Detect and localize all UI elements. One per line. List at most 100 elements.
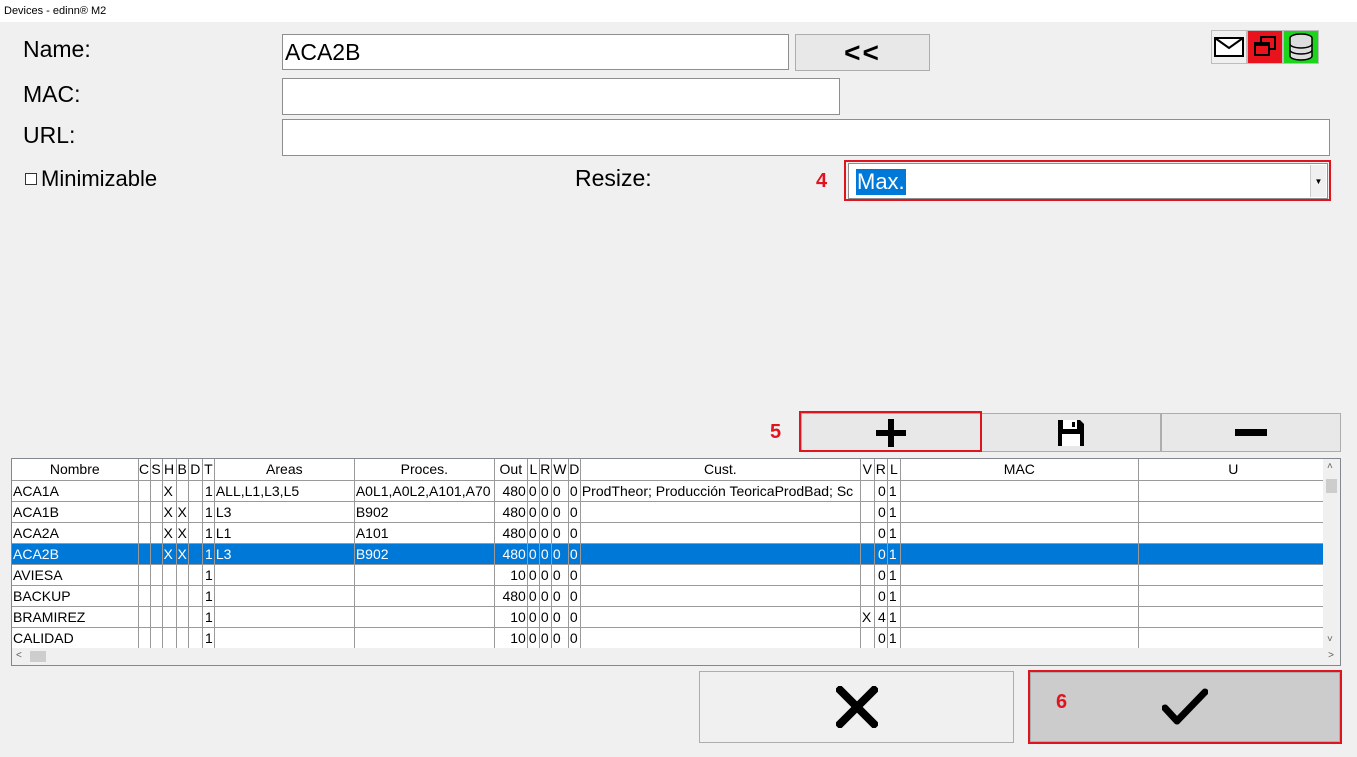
chevron-left-icon[interactable]: ˂ [16,650,22,662]
chevron-down-icon[interactable]: ▼ [1310,165,1326,197]
confirm-button[interactable] [1030,672,1340,742]
url-label: URL: [23,122,76,148]
table-cell [150,480,163,502]
column-header[interactable]: L [887,459,901,481]
table-cell [354,564,495,586]
column-header[interactable]: C [138,459,151,481]
table-cell [900,564,1139,586]
table-cell [162,606,177,628]
table-cell [138,606,151,628]
column-header[interactable]: T [202,459,215,481]
table-cell: 0 [568,543,581,565]
table-cell: 0 [539,480,552,502]
column-header[interactable]: D [188,459,203,481]
database-icon[interactable] [1283,30,1319,64]
table-cell: L1 [214,522,355,544]
table-cell [188,627,203,649]
column-header[interactable]: D [568,459,581,481]
table-cell [176,627,189,649]
window-title: Devices - edinn® M2 [0,0,1357,22]
table-row[interactable]: BACKUP 1 480 0 0 0 0 0 1 [12,585,1329,607]
table-row[interactable]: BRAMIREZ 1 10 0 0 0 0 X 4 1 [12,606,1329,628]
table-cell: 10 [494,564,528,586]
minimizable-checkbox[interactable] [25,173,37,185]
annotation-label-6: 6 [1056,691,1068,713]
table-cell: X [162,543,177,565]
table-cell: 0 [539,501,552,523]
cancel-button[interactable] [699,671,1014,743]
table-cell: 0 [527,585,540,607]
vertical-scroll-thumb[interactable] [1326,479,1337,493]
table-cell [860,543,875,565]
resize-select[interactable]: Max. ▼ [848,163,1328,199]
checkmark-icon [1162,688,1208,725]
devices-grid[interactable]: Nombre C S H B D T Areas Proces. Out L R W D Cust. V R L M… [11,458,1341,666]
column-header[interactable]: Out [494,459,528,481]
column-header[interactable]: Areas [214,459,355,481]
horizontal-scrollbar[interactable]: ˂ ˃ [12,648,1340,665]
column-header[interactable]: L [527,459,540,481]
table-cell: 1 [202,585,215,607]
table-row[interactable]: ACA1A X 1 ALL,L1,L3,L5 A0L1,A0L2,A101,A70 480… [12,480,1329,502]
table-cell: 0 [874,585,888,607]
table-cell: ACA1A [12,480,139,502]
column-header[interactable]: V [860,459,875,481]
chevron-up-icon[interactable]: ˄ [1327,461,1333,473]
table-cell [580,564,861,586]
chevron-right-icon[interactable]: ˃ [1328,650,1334,662]
table-row[interactable]: CALIDAD 1 10 0 0 0 0 0 1 [12,627,1329,649]
column-header[interactable]: U [1138,459,1329,481]
table-cell: 0 [568,606,581,628]
mac-input[interactable] [282,78,840,115]
horizontal-scroll-thumb[interactable] [30,651,46,662]
table-cell: 0 [551,480,569,502]
minimizable-label: Minimizable [41,166,158,191]
column-header[interactable]: B [176,459,189,481]
table-cell: 0 [551,501,569,523]
column-header[interactable]: Cust. [580,459,861,481]
mail-icon[interactable] [1211,30,1247,64]
table-cell: 480 [494,522,528,544]
table-cell: CALIDAD [12,627,139,649]
table-row[interactable]: ACA2B X X 1 L3 B902 480 0 0 0 0 0 1 [12,543,1329,565]
table-cell [150,501,163,523]
chevron-down-icon[interactable]: ˅ [1327,634,1333,646]
back-button[interactable]: << [795,34,930,71]
table-cell [150,564,163,586]
save-button[interactable] [981,413,1161,452]
column-header[interactable]: MAC [900,459,1139,481]
table-cell [580,522,861,544]
column-header[interactable]: Proces. [354,459,495,481]
window-icon[interactable] [1247,30,1283,64]
table-cell [900,501,1139,523]
table-cell [1138,585,1329,607]
table-row[interactable]: ACA1B X X 1 L3 B902 480 0 0 0 0 0 1 [12,501,1329,523]
table-cell [900,585,1139,607]
add-button[interactable] [801,413,981,452]
table-cell [860,522,875,544]
column-header[interactable]: R [539,459,552,481]
table-cell [1138,627,1329,649]
vertical-scrollbar[interactable]: ˄ ˅ [1323,459,1340,649]
name-input[interactable]: ACA2B [282,34,789,70]
table-cell [138,480,151,502]
table-cell [860,564,875,586]
table-cell: 0 [568,522,581,544]
column-header[interactable]: H [162,459,177,481]
table-cell [138,585,151,607]
remove-button[interactable] [1161,413,1341,452]
table-cell: 0 [568,480,581,502]
column-header[interactable]: Nombre [12,459,139,481]
table-cell: X [176,543,189,565]
column-header[interactable]: W [551,459,569,481]
minus-icon [1235,428,1267,436]
column-header[interactable]: S [150,459,163,481]
table-cell [162,585,177,607]
table-row[interactable]: ACA2A X X 1 L1 A101 480 0 0 0 0 0 1 [12,522,1329,544]
mac-label: MAC: [23,81,81,107]
table-row[interactable]: AVIESA 1 10 0 0 0 0 0 1 [12,564,1329,586]
column-header[interactable]: R [874,459,888,481]
url-input[interactable] [282,119,1330,156]
name-label: Name: [23,36,91,62]
table-cell [1138,606,1329,628]
